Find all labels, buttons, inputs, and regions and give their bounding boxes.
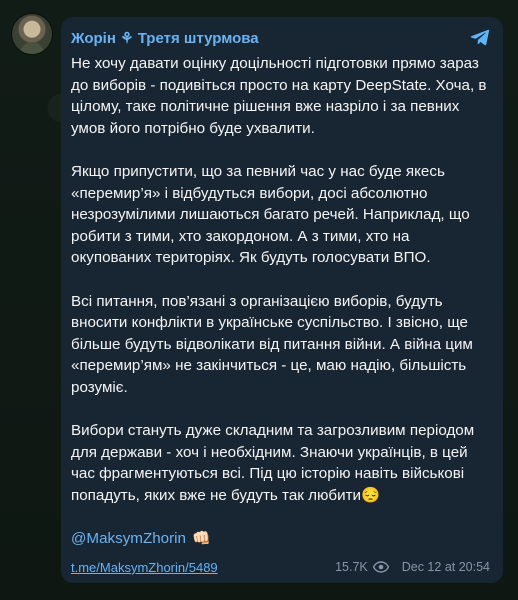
message-paragraph-1: Не хочу давати оцінку доцільності підгот… (71, 55, 487, 137)
message-paragraph-2: Якщо припустити, що за певний час у нас … (71, 162, 470, 267)
message-header: Жорін ⚘ Третя штурмова (71, 27, 490, 49)
message-date: Dec 12 at 20:54 (401, 560, 490, 575)
message-paragraph-4: Вибори стануть дуже складним та загрозли… (71, 422, 475, 504)
view-count: 15.7K (335, 560, 368, 575)
post-link[interactable]: t.me/MaksymZhorin/5489 (71, 560, 335, 575)
channel-name[interactable]: Жорін ⚘ Третя штурмова (71, 29, 259, 47)
message-bubble: Жорін ⚘ Третя штурмова Не хочу давати оц… (61, 17, 503, 583)
eye-icon (372, 561, 389, 574)
message-meta: 15.7K Dec 12 at 20:54 (335, 560, 490, 574)
message-paragraph-3: Всі питання, пов’язані з організацією ви… (71, 292, 473, 396)
message-text: Не хочу давати оцінку доцільності підгот… (71, 53, 490, 506)
message-footer: t.me/MaksymZhorin/5489 15.7K Dec 12 at 2… (71, 557, 490, 577)
telegram-icon[interactable] (469, 26, 491, 48)
signature: @MaksymZhorin 👊🏻 (71, 527, 490, 549)
channel-avatar[interactable] (12, 14, 52, 54)
fist-icon: 👊🏻 (192, 530, 211, 548)
signature-mention-link[interactable]: @MaksymZhorin (71, 530, 186, 547)
